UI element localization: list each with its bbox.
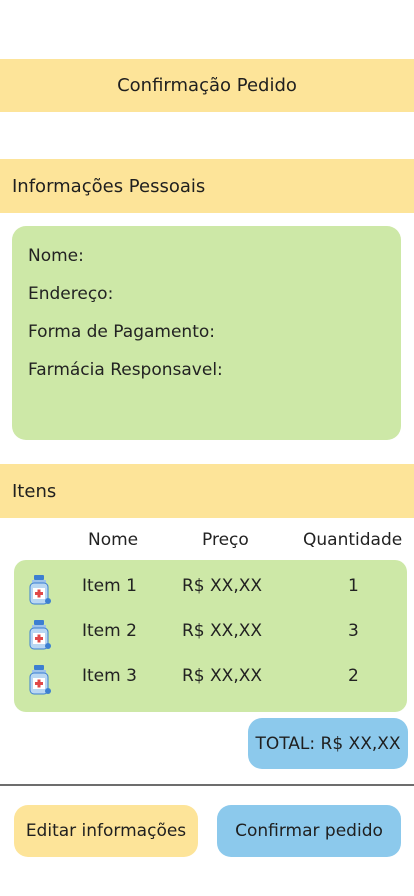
- field-pharmacy-label: Farmácia Responsavel:: [28, 360, 223, 380]
- column-header-name: Nome: [88, 530, 139, 550]
- item-row[interactable]: Item 1 R$ XX,XX 1: [14, 568, 407, 608]
- field-payment-label: Forma de Pagamento:: [28, 322, 215, 342]
- personal-info-card: Nome: Endereço: Forma de Pagamento: Farm…: [12, 226, 401, 440]
- column-header-price: Preço: [202, 530, 249, 550]
- item-price: R$ XX,XX: [182, 666, 263, 686]
- order-total-text: TOTAL: R$ XX,XX: [255, 733, 401, 754]
- item-price: R$ XX,XX: [182, 621, 263, 641]
- medicine-bottle-icon: [29, 620, 51, 650]
- edit-info-button[interactable]: Editar informações: [14, 805, 198, 857]
- item-name: Item 2: [82, 621, 137, 641]
- item-quantity: 1: [348, 576, 359, 596]
- personal-info-section-title: Informações Pessoais: [12, 175, 206, 197]
- order-total: TOTAL: R$ XX,XX: [248, 718, 408, 769]
- items-list: Item 1 R$ XX,XX 1 Item 2 R$ XX,XX 3 Item…: [14, 560, 407, 712]
- item-name: Item 3: [82, 666, 137, 686]
- page-title-bar: Confirmação Pedido: [0, 59, 414, 112]
- personal-info-section-header: Informações Pessoais: [0, 159, 414, 213]
- items-section-header: Itens: [0, 464, 414, 518]
- item-row[interactable]: Item 3 R$ XX,XX 2: [14, 658, 407, 698]
- item-name: Item 1: [82, 576, 137, 596]
- item-quantity: 2: [348, 666, 359, 686]
- column-header-quantity: Quantidade: [303, 530, 403, 550]
- field-name-label: Nome:: [28, 246, 84, 266]
- items-table-header: Nome Preço Quantidade: [0, 528, 414, 556]
- item-quantity: 3: [348, 621, 359, 641]
- page-title: Confirmação Pedido: [117, 75, 297, 96]
- field-address-label: Endereço:: [28, 284, 114, 304]
- items-section-title: Itens: [12, 480, 57, 502]
- item-price: R$ XX,XX: [182, 576, 263, 596]
- medicine-bottle-icon: [29, 665, 51, 695]
- divider: [0, 784, 414, 786]
- confirm-order-button[interactable]: Confirmar pedido: [217, 805, 401, 857]
- medicine-bottle-icon: [29, 575, 51, 605]
- item-row[interactable]: Item 2 R$ XX,XX 3: [14, 613, 407, 653]
